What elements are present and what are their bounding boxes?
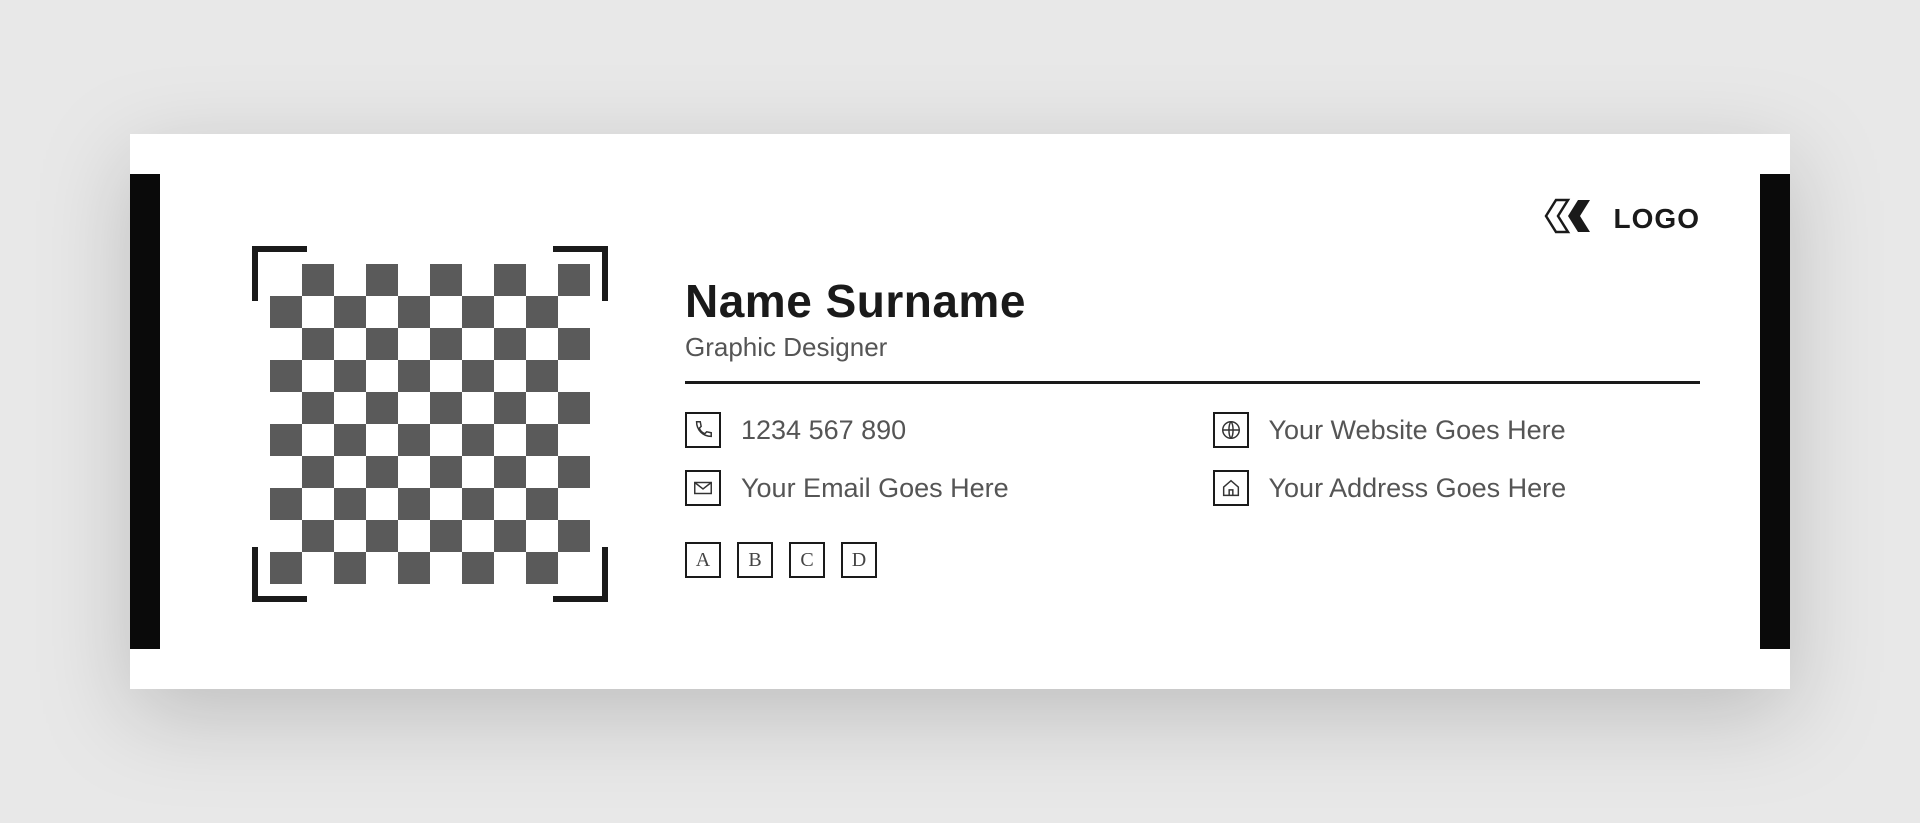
logo-text: LOGO (1614, 203, 1700, 235)
person-name: Name Surname (685, 274, 1700, 328)
signature-card: LOGO Name Surname Graphic Designer 1234 … (130, 134, 1790, 689)
frame-corner (252, 547, 307, 602)
content-block: Name Surname Graphic Designer 1234 567 8… (685, 274, 1700, 578)
phone-icon (685, 412, 721, 448)
frame-corner (252, 246, 307, 301)
photo-placeholder (270, 264, 590, 584)
divider-line (685, 381, 1700, 384)
home-icon (1213, 470, 1249, 506)
globe-icon (1213, 412, 1249, 448)
logo: LOGO (1538, 196, 1700, 241)
phone-text: 1234 567 890 (741, 415, 906, 446)
address-row: Your Address Goes Here (1213, 470, 1701, 506)
website-text: Your Website Goes Here (1269, 415, 1566, 446)
accent-bar-left (130, 174, 160, 649)
address-text: Your Address Goes Here (1269, 473, 1567, 504)
social-box[interactable]: A (685, 542, 721, 578)
logo-icon (1538, 196, 1600, 241)
email-text: Your Email Goes Here (741, 473, 1009, 504)
social-row: A B C D (685, 542, 1700, 578)
social-box[interactable]: D (841, 542, 877, 578)
frame-corner (553, 246, 608, 301)
accent-bar-right (1760, 174, 1790, 649)
job-title: Graphic Designer (685, 332, 1700, 363)
checker-pattern (270, 264, 590, 584)
frame-corner (553, 547, 608, 602)
card-surface: LOGO Name Surname Graphic Designer 1234 … (130, 134, 1790, 689)
social-box[interactable]: C (789, 542, 825, 578)
social-box[interactable]: B (737, 542, 773, 578)
email-row: Your Email Goes Here (685, 470, 1173, 506)
phone-row: 1234 567 890 (685, 412, 1173, 448)
mail-icon (685, 470, 721, 506)
contact-grid: 1234 567 890 Your Website Goes Here Your… (685, 412, 1700, 506)
website-row: Your Website Goes Here (1213, 412, 1701, 448)
